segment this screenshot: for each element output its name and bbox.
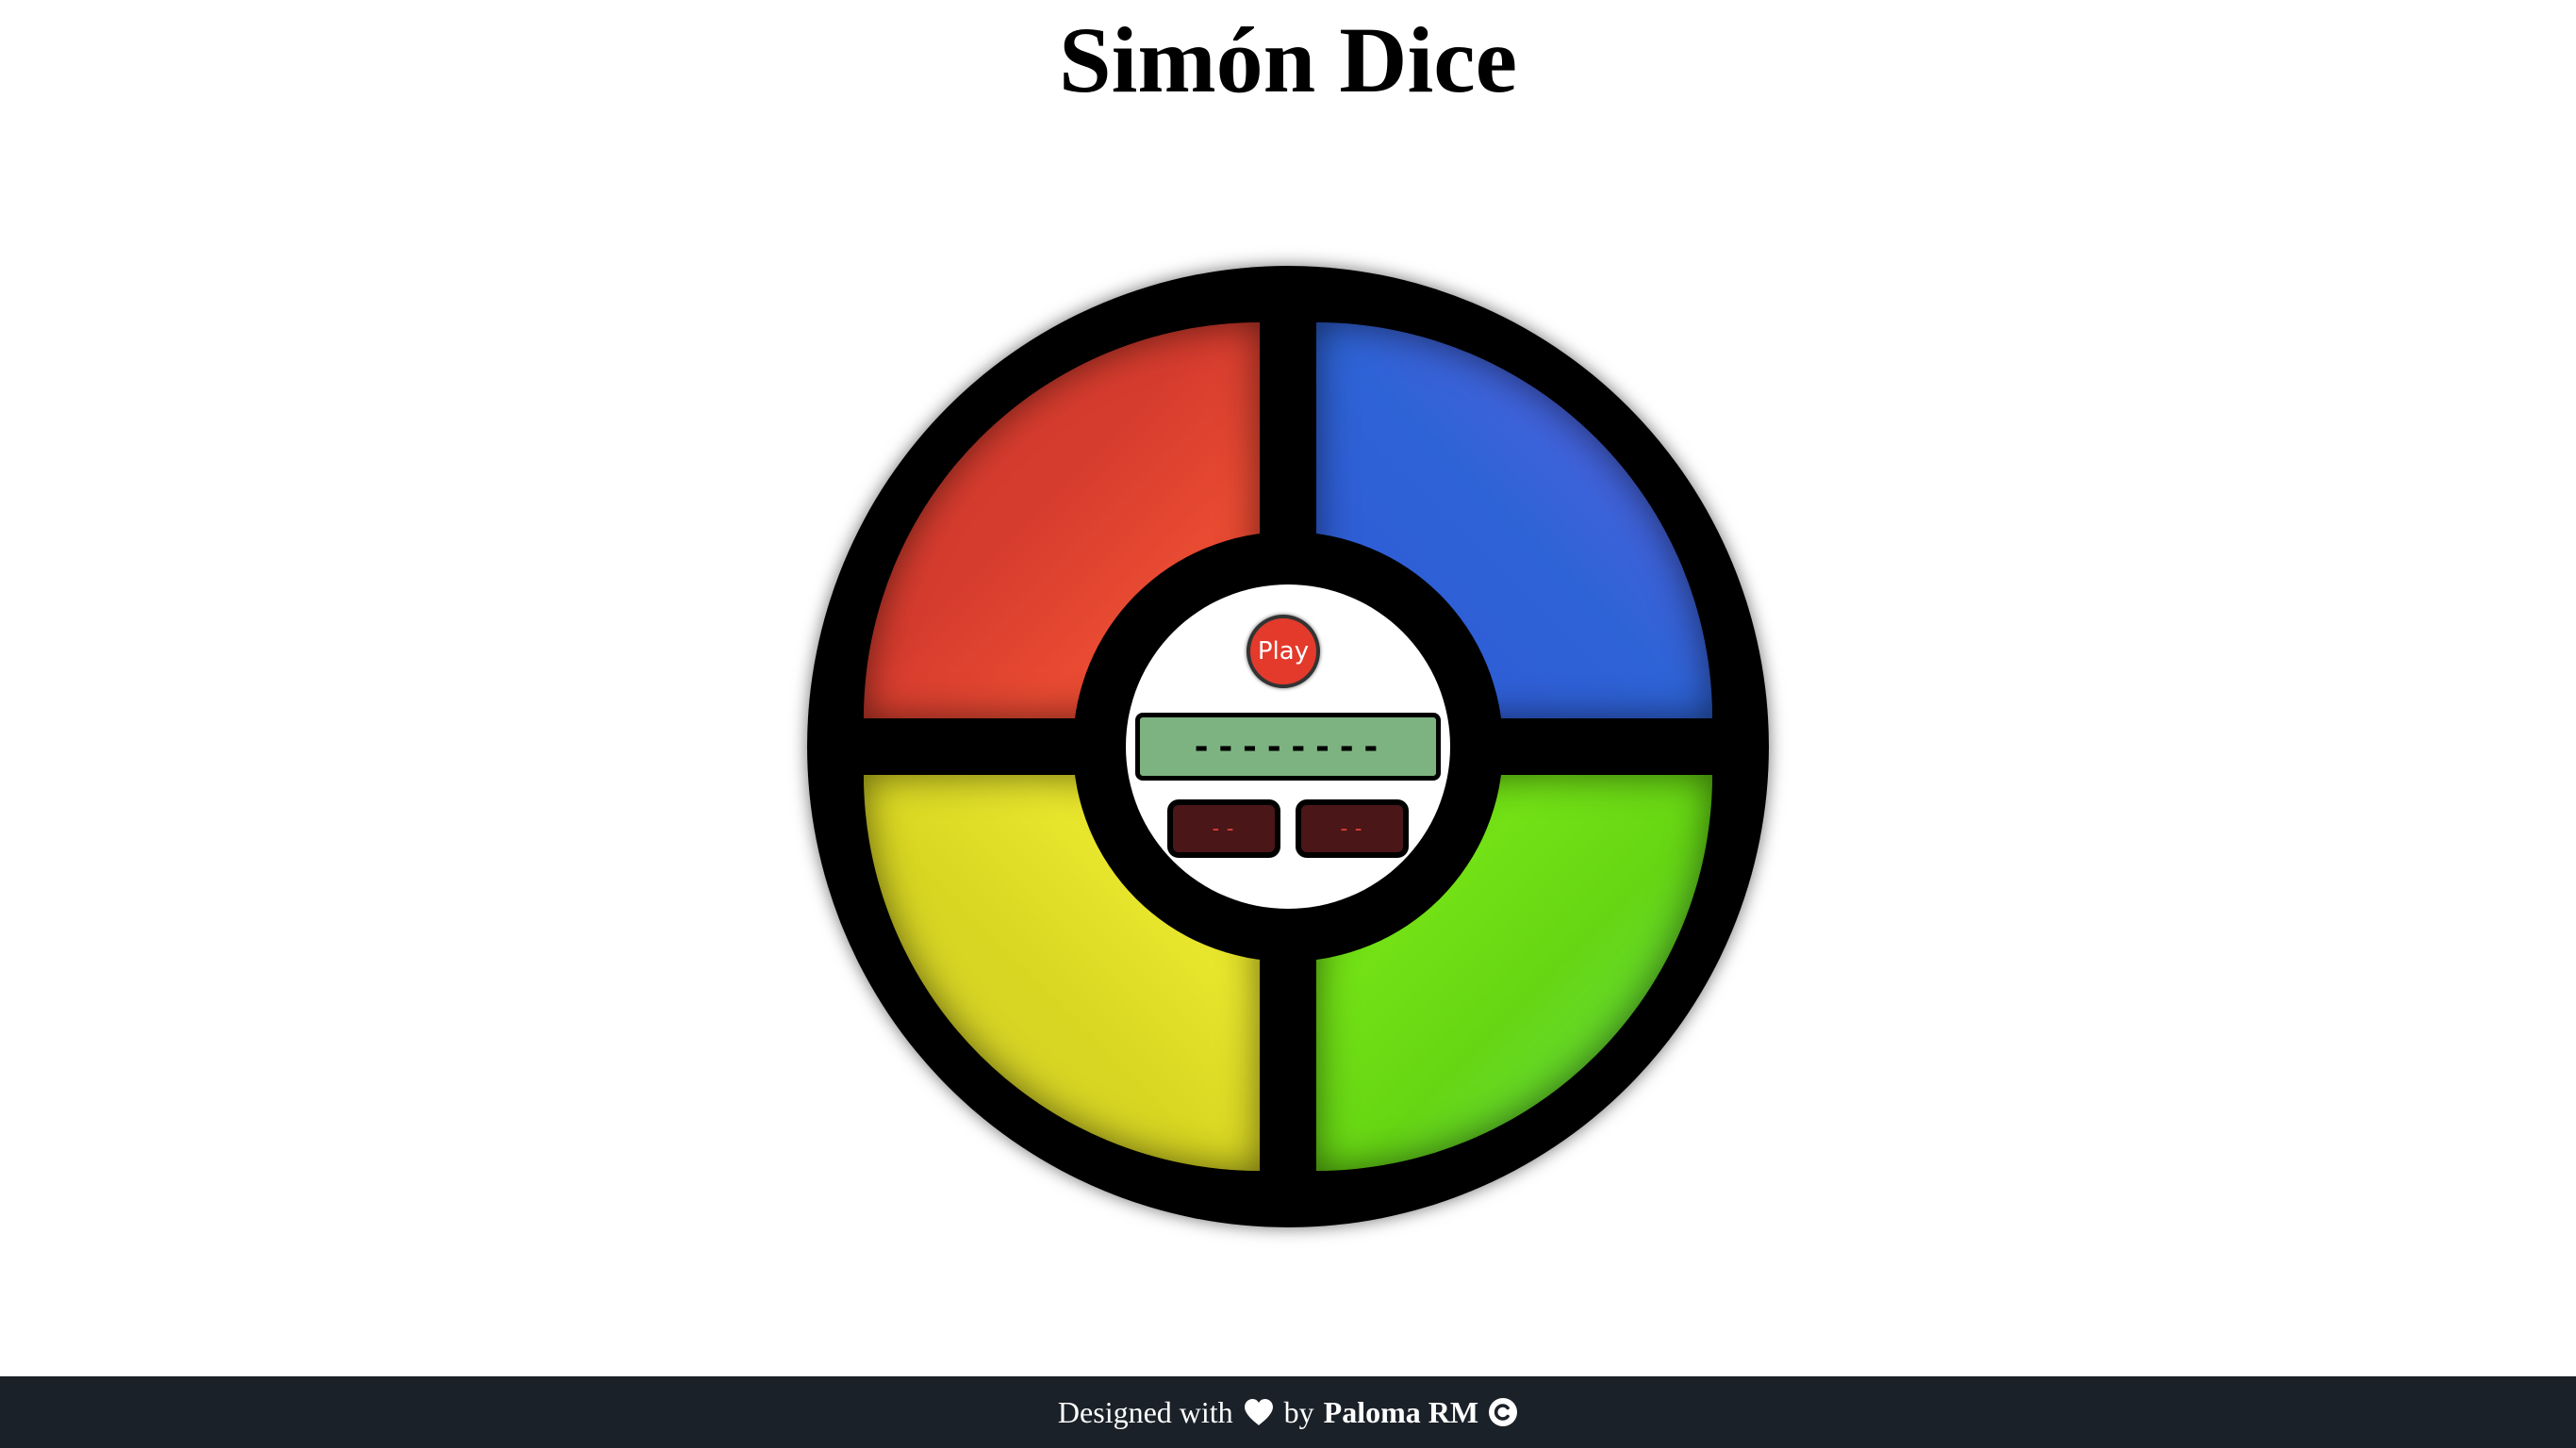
left-counter: -- [1167, 799, 1280, 858]
heart-icon [1243, 1398, 1275, 1426]
footer-author: Paloma RM [1323, 1394, 1479, 1429]
play-button[interactable]: Play [1247, 615, 1320, 688]
right-counter: -- [1296, 799, 1409, 858]
page-title: Simón Dice [1058, 8, 1518, 112]
status-display: -------- [1135, 713, 1441, 781]
footer-by: by [1283, 1394, 1314, 1429]
footer-designed-with: Designed with [1057, 1394, 1233, 1429]
footer: Designed with by Paloma RM [0, 1376, 2576, 1448]
simon-board: Play -------- -- -- [807, 266, 1769, 1227]
copyright-icon [1488, 1397, 1518, 1427]
